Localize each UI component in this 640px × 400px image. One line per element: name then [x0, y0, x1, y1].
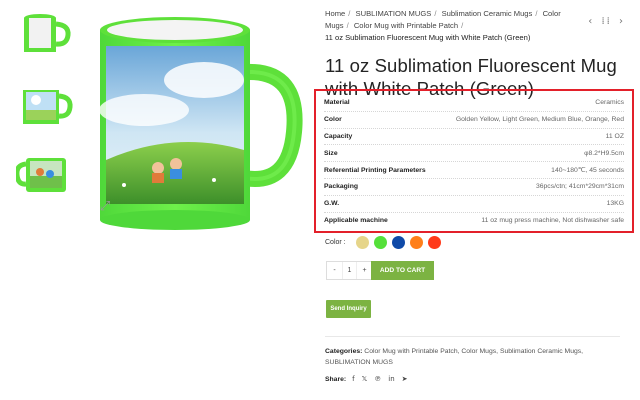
spec-value: Ceramics [595, 99, 624, 107]
spec-row-size: Size φ8.2*H9.5cm [324, 145, 624, 163]
spec-value: Golden Yellow, Light Green, Medium Blue,… [455, 116, 624, 124]
category-link[interactable]: Sublimation Ceramic Mugs [500, 348, 581, 355]
spec-label: Material [324, 99, 350, 107]
swatch-red[interactable] [427, 236, 441, 249]
spec-value: 11 OZ [605, 132, 624, 140]
quantity-decrease-button[interactable]: - [327, 262, 342, 279]
spec-label: Applicable machine [324, 217, 388, 225]
spec-value: 11 oz mug press machine, Not dishwasher … [481, 217, 624, 225]
spec-value: 140~180℃, 45 seconds [551, 167, 624, 175]
main-product-image[interactable] [94, 10, 306, 232]
spec-value: 36pcs/ctn; 41cm*29cm*31cm [535, 183, 624, 191]
spec-label: Color [324, 116, 342, 124]
color-selector: Color : [325, 236, 446, 249]
categories-label: Categories: [325, 348, 363, 355]
share-bar: Share: f 𝕏 ℗ in ➤ [325, 375, 415, 383]
category-link[interactable]: Color Mugs [461, 348, 496, 355]
spec-label: Packaging [324, 183, 358, 191]
thumbnail-gallery [16, 8, 76, 218]
specifications-table: Material Ceramics Color Golden Yellow, L… [314, 89, 634, 233]
telegram-icon[interactable]: ➤ [402, 375, 408, 383]
send-inquiry-button[interactable]: Send Inquiry [326, 300, 371, 318]
thumbnail-mug-front[interactable] [16, 8, 74, 66]
spec-value: 13KG [606, 200, 624, 208]
product-navigation: ‹ ⁞⁞ › [586, 16, 625, 27]
breadcrumb-sublimation-mugs[interactable]: SUBLIMATION MUGS [356, 9, 432, 18]
spec-label: G.W. [324, 200, 340, 208]
spec-value: φ8.2*H9.5cm [584, 149, 624, 157]
breadcrumb-home[interactable]: Home [325, 9, 345, 18]
next-product-icon[interactable]: › [619, 16, 625, 27]
product-categories: Categories: Color Mug with Printable Pat… [325, 348, 584, 366]
expand-icon[interactable]: ⤢ [96, 198, 114, 216]
category-link[interactable]: Color Mug with Printable Patch [364, 348, 457, 355]
divider [325, 336, 620, 337]
breadcrumb-sublimation-ceramic-mugs[interactable]: Sublimation Ceramic Mugs [442, 9, 533, 18]
breadcrumb-current: 11 oz Sublimation Fluorescent Mug with W… [325, 33, 531, 42]
share-label: Share: [325, 375, 347, 383]
spec-row-color: Color Golden Yellow, Light Green, Medium… [324, 112, 624, 129]
spec-label: Capacity [324, 132, 353, 140]
pinterest-icon[interactable]: ℗ [374, 375, 381, 383]
spec-row-material: Material Ceramics [324, 95, 624, 112]
color-label: Color : [325, 239, 346, 246]
quantity-input[interactable]: 1 [342, 262, 357, 279]
prev-product-icon[interactable]: ‹ [588, 16, 594, 27]
quantity-stepper: - 1 + [326, 261, 373, 280]
twitter-icon[interactable]: 𝕏 [362, 375, 368, 383]
category-link[interactable]: SUBLIMATION MUGS [325, 359, 393, 366]
breadcrumb: Home / SUBLIMATION MUGS / Sublimation Cera… [325, 9, 561, 42]
swatch-light-green[interactable] [373, 236, 387, 249]
spec-row-printing-parameters: Referential Printing Parameters 140~180℃… [324, 162, 624, 179]
add-to-cart-button[interactable]: ADD TO CART [371, 261, 434, 280]
spec-row-packaging: Packaging 36pcs/ctn; 41cm*29cm*31cm [324, 179, 624, 196]
spec-row-capacity: Capacity 11 OZ [324, 129, 624, 146]
thumbnail-mug-printed-front[interactable] [16, 78, 74, 136]
spec-label: Size [324, 149, 338, 157]
product-summary: Home / SUBLIMATION MUGS / Sublimation Cera… [325, 8, 625, 100]
thumbnail-mug-printed-side[interactable] [16, 148, 74, 206]
spec-row-applicable-machine: Applicable machine 11 oz mug press machi… [324, 213, 624, 230]
facebook-icon[interactable]: f [352, 375, 354, 383]
grid-icon[interactable]: ⁞⁞ [601, 16, 611, 27]
quantity-increase-button[interactable]: + [357, 262, 372, 279]
swatch-orange[interactable] [409, 236, 423, 249]
breadcrumb-color-mug-printable-patch[interactable]: Color Mug with Printable Patch [354, 21, 458, 30]
swatch-medium-blue[interactable] [391, 236, 405, 249]
swatch-golden-yellow[interactable] [355, 236, 369, 249]
spec-row-gross-weight: G.W. 13KG [324, 196, 624, 213]
spec-label: Referential Printing Parameters [324, 166, 426, 174]
linkedin-icon[interactable]: in [388, 375, 394, 383]
